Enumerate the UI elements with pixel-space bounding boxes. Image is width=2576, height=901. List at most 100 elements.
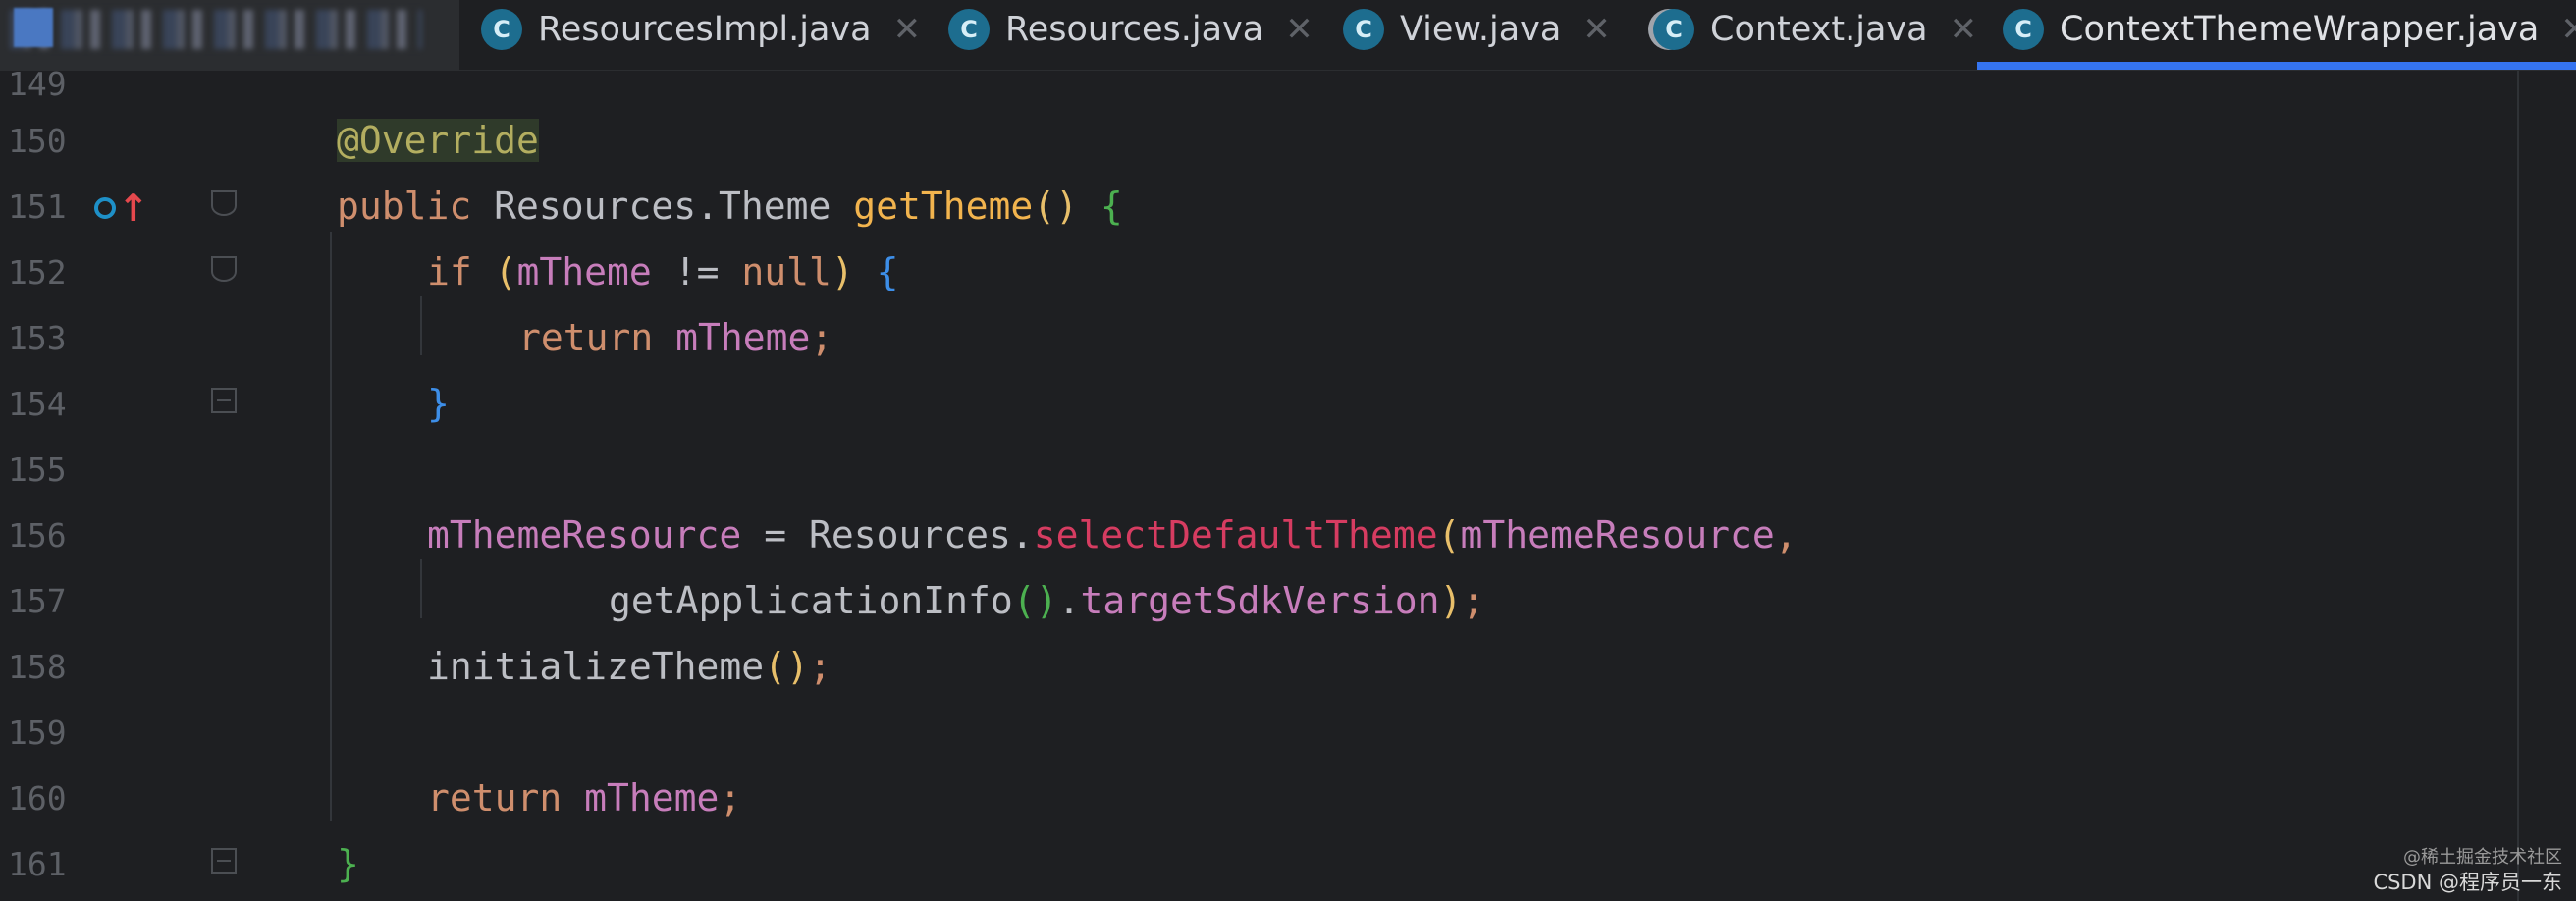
- override-circle-icon: [94, 197, 116, 219]
- file-icon: [14, 8, 53, 47]
- tab-resourcesimpl[interactable]: C ResourcesImpl.java ✕: [481, 0, 921, 59]
- line-number: 149: [8, 65, 67, 103]
- semicolon-token: ;: [810, 316, 833, 359]
- editor-tab-bar: C ResourcesImpl.java ✕ C Resources.java …: [0, 0, 2576, 71]
- tab-label: View.java: [1400, 10, 1562, 49]
- line-number: 153: [8, 319, 67, 357]
- keyword-token: return: [518, 316, 654, 359]
- line-number: 160: [8, 779, 67, 818]
- fold-end-icon[interactable]: [211, 388, 237, 413]
- line-number: 156: [8, 516, 67, 555]
- close-icon[interactable]: ✕: [1583, 10, 1611, 49]
- brace-token: }: [427, 382, 450, 425]
- field-token: mTheme: [675, 316, 811, 359]
- close-icon[interactable]: ✕: [2560, 10, 2576, 49]
- tab-view[interactable]: C View.java ✕: [1343, 0, 1611, 59]
- class-icon: C: [948, 9, 990, 50]
- brace-token: {: [1100, 185, 1123, 228]
- paren-token: (): [764, 645, 809, 688]
- code-line-152: if (mTheme != null) {: [427, 253, 899, 291]
- paren-token: (): [1033, 185, 1079, 228]
- class-icon: C: [1653, 9, 1694, 50]
- tab-contextthemewrapper[interactable]: C ContextThemeWrapper.java ✕: [2003, 0, 2576, 59]
- arrow-up-icon: ↑: [118, 186, 149, 230]
- static-method-token: selectDefaultTheme: [1033, 513, 1438, 556]
- paren-token: (: [494, 250, 517, 293]
- code-line-158: initializeTheme();: [427, 648, 832, 685]
- indent-guide: [330, 232, 332, 821]
- field-token: mTheme: [516, 250, 652, 293]
- method-call-token: initializeTheme: [427, 645, 765, 688]
- code-line-156: mThemeResource = Resources.selectDefault…: [427, 516, 1798, 554]
- annotation-token: @Override: [337, 119, 539, 162]
- line-number: 154: [8, 385, 67, 423]
- field-token: mThemeResource: [427, 513, 742, 556]
- line-number: 161: [8, 845, 67, 883]
- tab-label: ResourcesImpl.java: [538, 10, 872, 49]
- keyword-token: return: [427, 776, 563, 820]
- line-number: 151: [8, 187, 67, 226]
- class-icon: C: [1343, 9, 1384, 50]
- line-number: 159: [8, 714, 67, 752]
- semicolon-token: ;: [719, 776, 742, 820]
- tab-label: Context.java: [1710, 10, 1928, 49]
- line-number: 155: [8, 450, 67, 489]
- semicolon-token: ;: [1462, 579, 1485, 622]
- class-icon: C: [481, 9, 522, 50]
- brace-token: }: [337, 842, 359, 885]
- fold-start-icon[interactable]: [211, 190, 237, 216]
- code-line-150: @Override: [337, 119, 539, 162]
- type-token: Resources.Theme: [494, 185, 832, 228]
- right-margin-guide: [2517, 71, 2519, 901]
- code-line-160: return mTheme;: [427, 779, 741, 817]
- method-name-token: getTheme: [853, 185, 1034, 228]
- line-number: 158: [8, 648, 67, 686]
- paren-token: ): [1439, 579, 1463, 622]
- fold-end-icon[interactable]: [211, 848, 237, 874]
- code-line-154: }: [427, 385, 450, 422]
- keyword-token: public: [337, 185, 472, 228]
- field-token: mThemeResource: [1460, 513, 1775, 556]
- null-token: null: [741, 250, 832, 293]
- keyword-token: if: [427, 250, 472, 293]
- line-number: 150: [8, 122, 67, 160]
- tab-label: Resources.java: [1005, 10, 1264, 49]
- operator-token: =: [764, 513, 787, 556]
- code-line-157: getApplicationInfo().targetSdkVersion);: [609, 582, 1484, 619]
- fold-start-icon[interactable]: [211, 256, 237, 282]
- watermark-line-2: CSDN @程序员一东: [2373, 870, 2562, 894]
- code-line-153: return mTheme;: [518, 319, 832, 356]
- override-method-icon[interactable]: ↑: [94, 189, 149, 227]
- method-call-token: getApplicationInfo: [609, 579, 1013, 622]
- class-token: Resources: [808, 513, 1011, 556]
- code-line-161: }: [337, 845, 359, 882]
- class-icon: C: [2003, 9, 2044, 50]
- paren-token: (): [1012, 579, 1058, 622]
- tab-label: ContextThemeWrapper.java: [2060, 10, 2540, 49]
- indent-guide: [420, 559, 422, 618]
- comma-token: ,: [1774, 513, 1798, 556]
- active-tab-indicator: [1977, 62, 2576, 70]
- brace-token: {: [876, 250, 899, 293]
- dot-token: .: [1010, 513, 1034, 556]
- field-token: targetSdkVersion: [1080, 579, 1440, 622]
- close-icon[interactable]: ✕: [1285, 10, 1314, 49]
- paren-token: (: [1437, 513, 1461, 556]
- watermark: @稀土掘金技术社区 CSDN @程序员一东: [2373, 847, 2562, 895]
- watermark-line-1: @稀土掘金技术社区: [2403, 847, 2562, 869]
- indent-guide: [420, 296, 422, 355]
- close-icon[interactable]: ✕: [1950, 10, 1978, 49]
- dot-token: .: [1057, 579, 1081, 622]
- paren-token: ): [831, 250, 854, 293]
- operator-token: !=: [673, 250, 720, 293]
- tab-resources[interactable]: C Resources.java ✕: [948, 0, 1314, 59]
- blurred-tab-label: [10, 10, 422, 49]
- blurred-tab[interactable]: [0, 0, 459, 71]
- field-token: mTheme: [584, 776, 720, 820]
- code-line-151: public Resources.Theme getTheme() {: [337, 187, 1123, 225]
- semicolon-token: ;: [808, 645, 832, 688]
- close-icon[interactable]: ✕: [893, 10, 922, 49]
- line-number: 157: [8, 582, 67, 620]
- tab-context[interactable]: C Context.java ✕: [1653, 0, 1977, 59]
- line-number: 152: [8, 253, 67, 292]
